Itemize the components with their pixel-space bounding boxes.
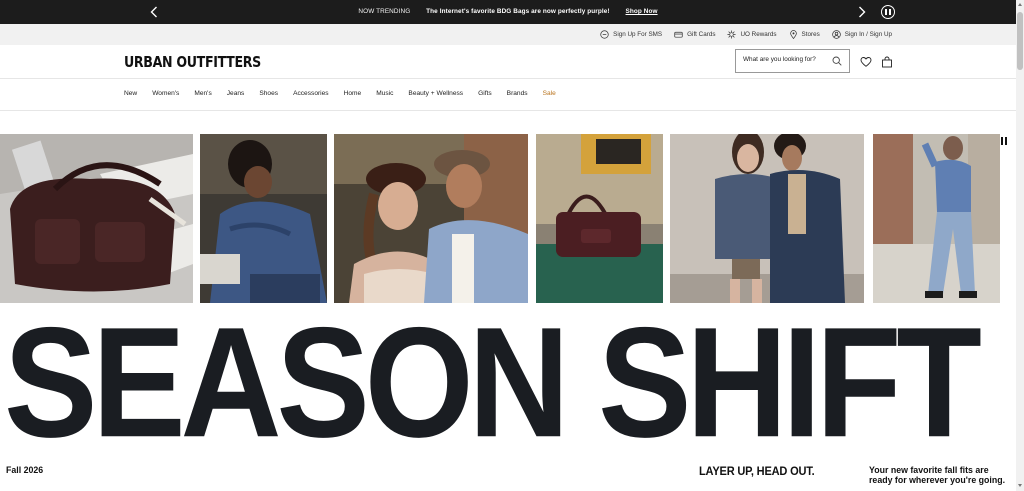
hero-image-man-street[interactable]	[873, 134, 1000, 303]
hero-tagline: LAYER UP, HEAD OUT.	[699, 464, 815, 478]
hero-image-man-denim-jacket[interactable]	[200, 134, 327, 303]
scroll-up-arrow-icon[interactable]	[1018, 3, 1022, 6]
nav-item-gifts[interactable]: Gifts	[478, 90, 492, 97]
main-nav: New Women's Men's Jeans Shoes Accessorie…	[0, 80, 1016, 111]
nav-item-womens[interactable]: Women's	[152, 90, 179, 97]
utility-stores-link[interactable]: Stores	[789, 30, 820, 39]
nav-item-home[interactable]: Home	[344, 90, 362, 97]
promo-next-button[interactable]	[855, 4, 869, 20]
nav-item-brands[interactable]: Brands	[507, 90, 528, 97]
hero-headline-container: SEASON SHIFT	[4, 318, 1014, 458]
promo-trending-label: NOW TRENDING	[358, 8, 411, 15]
hero-image-couple-caps[interactable]	[334, 134, 528, 303]
promo-bar: NOW TRENDING The Internet's favorite BDG…	[0, 0, 1016, 24]
couple-photo	[334, 134, 528, 303]
couple-wall-photo	[670, 134, 864, 303]
search-box[interactable]	[735, 49, 850, 73]
nav-item-shoes[interactable]: Shoes	[259, 90, 278, 97]
hero-image-couple-wall[interactable]	[670, 134, 864, 303]
carousel-pause-button[interactable]	[996, 134, 1012, 148]
hero-image-bag-on-crosswalk[interactable]	[0, 134, 193, 303]
denim-man-photo	[200, 134, 327, 303]
nav-item-mens[interactable]: Men's	[194, 90, 211, 97]
search-icon[interactable]	[832, 56, 842, 66]
chevron-right-icon	[859, 6, 866, 18]
shopping-bag-icon[interactable]	[881, 56, 893, 68]
hero-subline: Your new favorite fall fits are ready fo…	[869, 465, 1006, 486]
utility-stores-label: Stores	[801, 31, 820, 38]
bag-street-photo	[536, 134, 663, 303]
location-pin-icon	[789, 30, 797, 39]
site-logo[interactable]: URBAN OUTFITTERS	[124, 53, 261, 71]
nav-item-accessories[interactable]: Accessories	[293, 90, 329, 97]
page-scrollbar[interactable]	[1016, 0, 1024, 491]
utility-bar: Sign Up For SMS Gift Cards UO Rewards St…	[0, 24, 1016, 45]
nav-item-beauty-wellness[interactable]: Beauty + Wellness	[408, 90, 463, 97]
utility-sms-link[interactable]: Sign Up For SMS	[600, 30, 662, 39]
promo-headline: The Internet's favorite BDG Bags are now…	[426, 8, 610, 15]
user-icon	[832, 30, 841, 39]
search-input[interactable]	[743, 56, 833, 63]
hero-image-bag-on-mailbox[interactable]	[536, 134, 663, 303]
promo-shop-now-link[interactable]: Shop Now	[626, 8, 658, 15]
utility-sign-in-link[interactable]: Sign In / Sign Up	[832, 30, 892, 39]
nav-item-sale[interactable]: Sale	[543, 90, 556, 97]
promo-pause-button[interactable]	[881, 5, 895, 19]
utility-sms-label: Sign Up For SMS	[613, 31, 663, 38]
rewards-icon	[727, 30, 737, 39]
utility-sign-in-label: Sign In / Sign Up	[844, 31, 892, 38]
nav-item-music[interactable]: Music	[376, 90, 393, 97]
wishlist-heart-icon[interactable]	[860, 56, 872, 68]
utility-gift-cards-link[interactable]: Gift Cards	[674, 30, 715, 39]
hero-headline: SEASON SHIFT	[4, 318, 982, 458]
utility-gift-cards-label: Gift Cards	[687, 31, 716, 38]
nav-item-new[interactable]: New	[124, 90, 137, 97]
scrollbar-thumb[interactable]	[1017, 12, 1023, 70]
site-header: URBAN OUTFITTERS	[0, 45, 1016, 79]
sms-icon	[600, 30, 609, 39]
bag-photo	[0, 134, 193, 303]
gift-card-icon	[674, 31, 683, 38]
scroll-down-arrow-icon[interactable]	[1018, 484, 1022, 487]
utility-rewards-link[interactable]: UO Rewards	[727, 30, 777, 39]
nav-item-jeans[interactable]: Jeans	[227, 90, 245, 97]
utility-rewards-label: UO Rewards	[740, 31, 777, 38]
street-man-photo	[873, 134, 1000, 303]
season-label: Fall 2026	[6, 465, 44, 475]
